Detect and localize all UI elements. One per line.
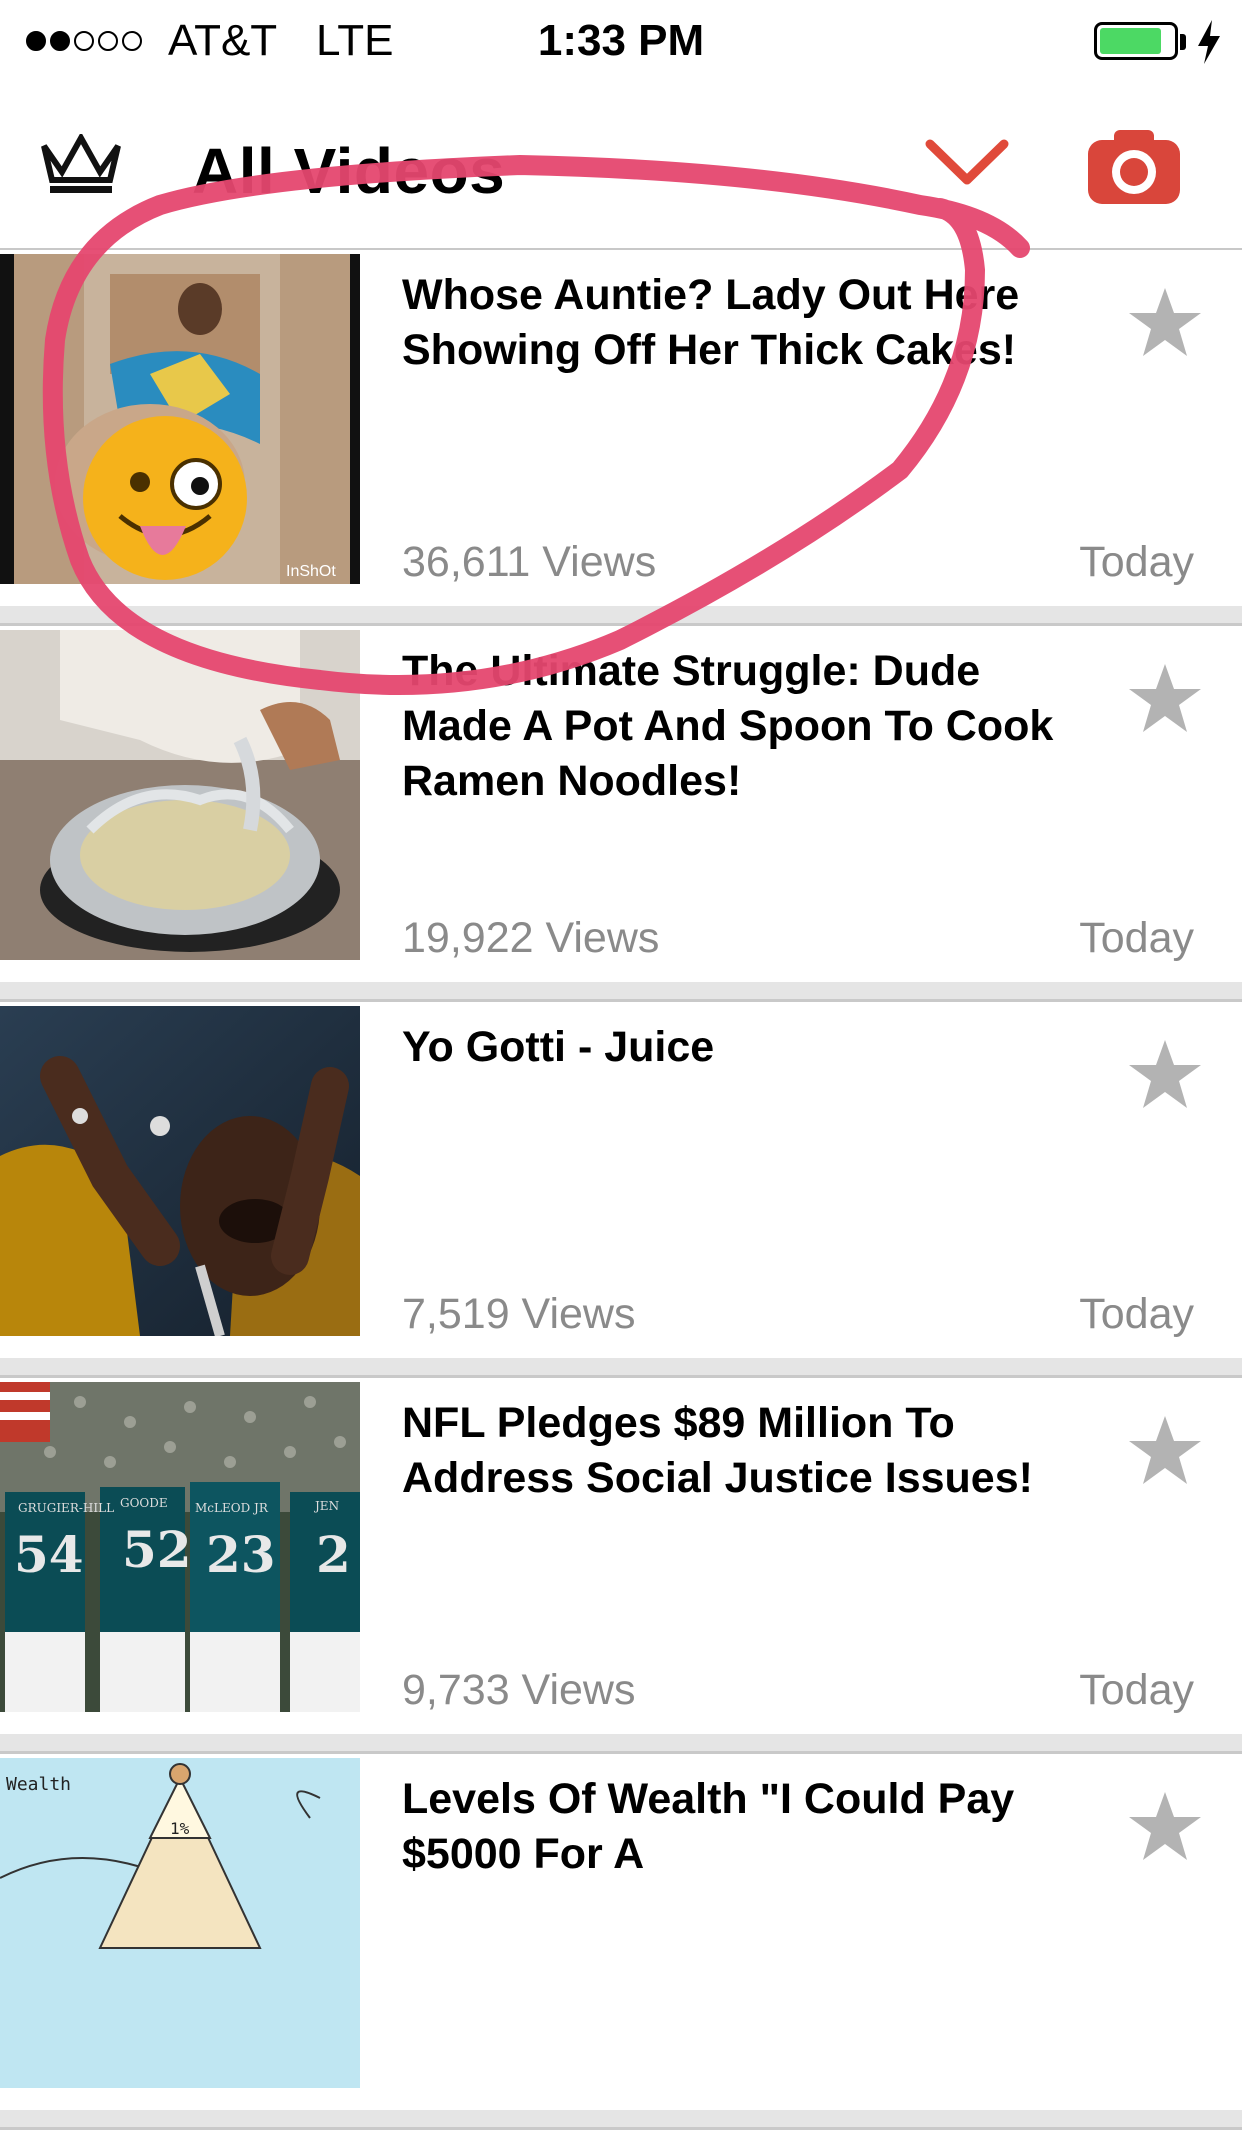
video-thumbnail[interactable]: Wealth 1% — [0, 1758, 360, 2088]
battery-icon — [1094, 22, 1178, 60]
battery-cap — [1180, 34, 1186, 50]
status-bar: AT&T LTE 1:33 PM — [0, 0, 1242, 86]
status-time: 1:33 PM — [537, 16, 705, 65]
jersey-name: GRUGIER-HILL — [18, 1501, 114, 1515]
jersey-name: McLEOD JR — [195, 1501, 269, 1515]
video-thumbnail[interactable]: GRUGIER-HILL GOODE McLEOD JR JEN 54 52 2… — [0, 1382, 360, 1712]
video-title[interactable]: The Ultimate Struggle: Dude Made A Pot A… — [402, 644, 1082, 809]
video-title[interactable]: Yo Gotti - Juice — [402, 1020, 1082, 1075]
charging-bolt-icon — [1198, 20, 1220, 64]
page-title: All Videos — [192, 135, 506, 207]
view-count: 36,611 Views — [402, 538, 657, 586]
favorite-star-icon[interactable] — [1128, 286, 1202, 360]
jersey-name: GOODE — [120, 1496, 168, 1510]
view-count: 9,733 Views — [402, 1666, 636, 1714]
video-row[interactable]: Wealth 1% Levels Of Wealth "I Could Pay … — [0, 1754, 1242, 2130]
publish-date: Today — [1079, 538, 1194, 586]
video-thumbnail[interactable] — [0, 630, 360, 960]
jersey-name: JEN — [313, 1499, 339, 1513]
video-title[interactable]: Levels Of Wealth "I Could Pay $5000 For … — [402, 1772, 1082, 1882]
video-thumbnail[interactable]: InShOt — [0, 254, 360, 584]
chevron-down-icon[interactable] — [924, 136, 1010, 190]
nav-bar: All Videos — [0, 86, 1242, 250]
video-thumbnail[interactable] — [0, 1006, 360, 1336]
thumbnail-label: Wealth — [6, 1774, 71, 1795]
camera-icon[interactable] — [1086, 126, 1182, 206]
publish-date: Today — [1079, 1666, 1194, 1714]
publish-date: Today — [1079, 914, 1194, 962]
favorite-star-icon[interactable] — [1128, 662, 1202, 736]
thumbnail-percent: 1% — [170, 1819, 190, 1838]
jersey-number: 23 — [206, 1525, 276, 1584]
video-feed: InShOt Whose Auntie? Lady Out Here Showi… — [0, 250, 1242, 2130]
jersey-number: 54 — [14, 1525, 84, 1584]
video-title[interactable]: NFL Pledges $89 Million To Address Socia… — [402, 1396, 1082, 1506]
video-row[interactable]: GRUGIER-HILL GOODE McLEOD JR JEN 54 52 2… — [0, 1378, 1242, 1754]
video-title[interactable]: Whose Auntie? Lady Out Here Showing Off … — [402, 268, 1082, 378]
crown-icon[interactable] — [40, 134, 122, 196]
jersey-number: 2 — [316, 1525, 351, 1584]
favorite-star-icon[interactable] — [1128, 1414, 1202, 1488]
publish-date: Today — [1079, 1290, 1194, 1338]
video-row[interactable]: InShOt Whose Auntie? Lady Out Here Showi… — [0, 250, 1242, 626]
video-row[interactable]: The Ultimate Struggle: Dude Made A Pot A… — [0, 626, 1242, 1002]
favorite-star-icon[interactable] — [1128, 1038, 1202, 1112]
view-count: 19,922 Views — [402, 914, 660, 962]
jersey-number: 52 — [122, 1520, 192, 1579]
favorite-star-icon[interactable] — [1128, 1790, 1202, 1864]
video-row[interactable]: Yo Gotti - Juice 7,519 Views Today — [0, 1002, 1242, 1378]
view-count: 7,519 Views — [402, 1290, 636, 1338]
thumbnail-watermark: InShOt — [286, 563, 336, 580]
